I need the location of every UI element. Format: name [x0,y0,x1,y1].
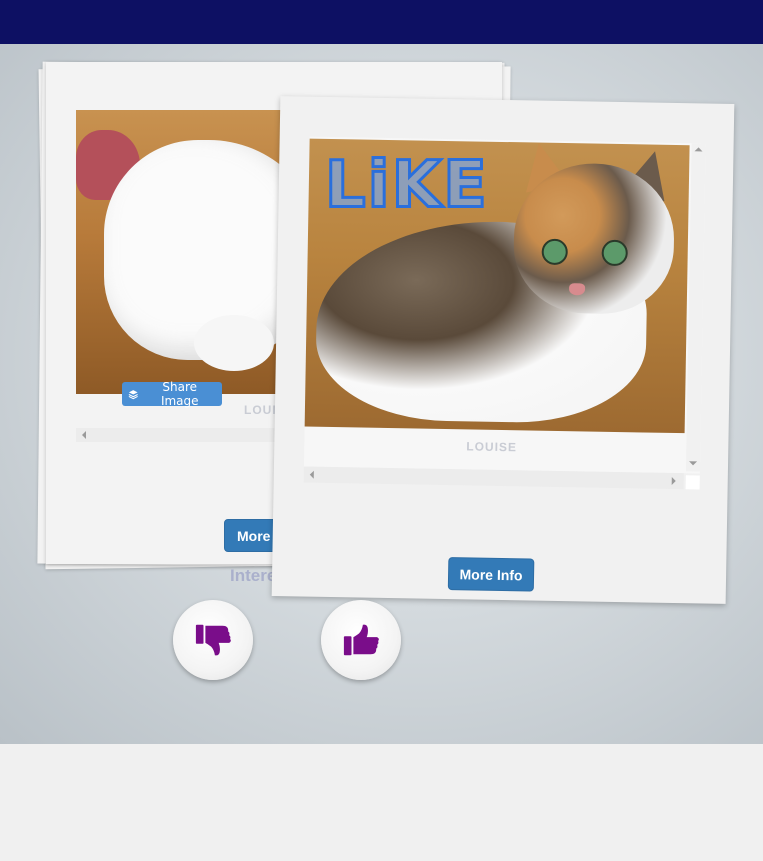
front-more-info-button[interactable]: More Info [447,557,535,592]
scroll-left-arrow-icon[interactable] [82,431,86,439]
front-vertical-scrollbar[interactable] [685,143,706,472]
front-pet-card[interactable]: LiKE LiKE LOUISE More Info [271,96,735,604]
like-stamp: LiKE [323,147,490,224]
front-pet-name: LOUISE [466,439,518,455]
share-image-button[interactable]: Share Image [122,380,222,408]
top-navbar [0,0,763,44]
thumbs-down-icon [195,624,231,656]
share-image-label: Share Image [160,380,199,408]
like-button[interactable] [321,600,401,680]
scroll-right-arrow-icon[interactable] [671,476,676,486]
scroll-left-arrow-icon[interactable] [309,470,314,479]
scrollbar-corner [685,475,700,490]
front-horizontal-scrollbar[interactable] [303,466,684,490]
swipe-stage: Share Image LOUISE More Info Interested?… [0,44,763,744]
photo-calico-head [512,162,676,315]
front-photo-viewport: LiKE LiKE LOUISE [303,136,706,490]
dislike-button[interactable] [173,600,253,680]
layers-icon [128,389,138,399]
photo-paw [194,315,274,371]
front-pet-photo: LiKE LiKE [304,138,690,434]
scroll-up-arrow-icon[interactable] [694,147,703,152]
photo-nose [568,283,586,296]
scroll-down-arrow-icon[interactable] [689,461,698,466]
thumbs-up-icon [343,624,379,656]
page-footer-area [0,744,763,861]
